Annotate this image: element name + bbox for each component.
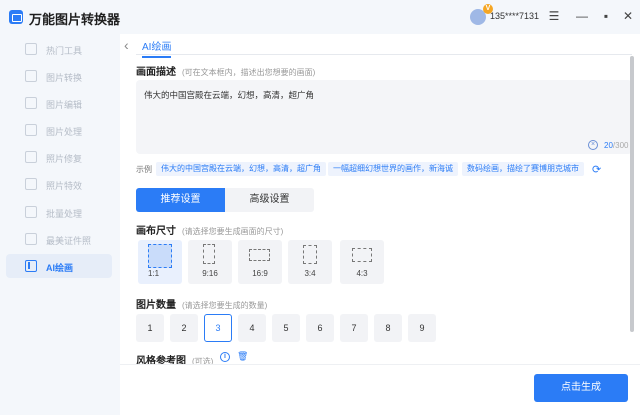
username[interactable]: 135****7131 <box>490 11 539 21</box>
canvas-option-1-1[interactable]: 1:1 <box>138 240 182 284</box>
prompt-section-title: 画面描述 (可在文本框内，描述出您想要的画面) <box>136 63 315 78</box>
canvas-option-label: 9:16 <box>202 269 218 278</box>
count-option-1[interactable]: 1 <box>136 314 164 342</box>
ratio-square-icon <box>148 244 172 268</box>
info-icon[interactable]: i <box>220 352 230 362</box>
footer-bar: 点击生成 <box>120 364 640 415</box>
grid-icon <box>25 43 37 55</box>
sidebar-item-photo-effects[interactable]: 照片特效 <box>6 172 112 196</box>
canvas-title: 画布尺寸 <box>136 226 176 237</box>
sidebar-item-label: 照片特效 <box>46 181 83 191</box>
sidebar-item-label: 图片处理 <box>46 127 83 137</box>
ratio-portrait-icon <box>203 244 215 264</box>
minimize-icon[interactable]: — <box>574 8 590 24</box>
sidebar-item-label: 照片修复 <box>46 154 83 164</box>
prompt-textarea[interactable]: 伟大的中国宫殿在云端，幻想，高清，超广角 × 20/300 <box>136 80 632 154</box>
sidebar-item-label: 热门工具 <box>46 46 83 56</box>
back-arrow-icon[interactable]: ‹ <box>124 37 129 53</box>
example-chip[interactable]: 数码绘画，描绘了赛博朋克城市 <box>462 162 584 176</box>
canvas-option-label: 3:4 <box>304 269 316 278</box>
ratio-landscape-icon <box>352 248 372 262</box>
count-option-3[interactable]: 3 <box>204 314 232 342</box>
process-icon <box>25 124 37 136</box>
sidebar-item-label: 最美证件照 <box>46 236 92 246</box>
convert-icon <box>25 70 37 82</box>
sidebar-item-hot-tools[interactable]: 热门工具 <box>6 37 112 61</box>
sidebar-item-batch[interactable]: 批量处理 <box>6 200 112 224</box>
tab-advanced-settings[interactable]: 高级设置 <box>225 188 314 212</box>
canvas-option-9-16[interactable]: 9:16 <box>188 240 232 284</box>
count-section-title: 图片数量 (请选择您要生成的数量) <box>136 296 267 311</box>
canvas-option-label: 16:9 <box>252 269 268 278</box>
example-label: 示例 <box>136 165 152 174</box>
tab-divider <box>136 54 632 55</box>
tab-recommended-settings[interactable]: 推荐设置 <box>136 188 225 212</box>
sidebar-item-photo-repair[interactable]: 照片修复 <box>6 145 112 169</box>
ai-paint-icon <box>25 260 37 272</box>
example-chip[interactable]: 伟大的中国宫殿在云端，幻想，高清，超广角 <box>156 162 326 176</box>
count-option-6[interactable]: 6 <box>306 314 334 342</box>
id-photo-icon <box>25 233 37 245</box>
trash-icon[interactable]: 🗑 <box>237 351 248 362</box>
canvas-section-title: 画布尺寸 (请选择您要生成画面的尺寸) <box>136 222 283 237</box>
count-hint: (请选择您要生成的数量) <box>182 301 268 310</box>
count-option-5[interactable]: 5 <box>272 314 300 342</box>
batch-icon <box>25 206 37 218</box>
canvas-option-4-3[interactable]: 4:3 <box>340 240 384 284</box>
canvas-option-label: 4:3 <box>356 269 368 278</box>
count-option-2[interactable]: 2 <box>170 314 198 342</box>
sidebar-item-image-process[interactable]: 图片处理 <box>6 118 112 142</box>
maximize-icon[interactable]: ▪ <box>598 8 614 24</box>
settings-tabs: 推荐设置 高级设置 <box>136 188 314 212</box>
sidebar-item-label: 批量处理 <box>46 209 83 219</box>
refresh-icon[interactable]: ⟳ <box>592 163 601 176</box>
count-option-7[interactable]: 7 <box>340 314 368 342</box>
sidebar: 热门工具 图片转换 图片编辑 图片处理 照片修复 照片特效 批量处理 最美证件照… <box>0 34 120 415</box>
sidebar-item-ai-paint[interactable]: AI绘画 <box>6 254 112 278</box>
sidebar-item-label: AI绘画 <box>46 263 74 273</box>
sidebar-item-label: 图片转换 <box>46 73 83 83</box>
sidebar-item-image-convert[interactable]: 图片转换 <box>6 64 112 88</box>
canvas-option-3-4[interactable]: 3:4 <box>288 240 332 284</box>
canvas-option-16-9[interactable]: 16:9 <box>238 240 282 284</box>
canvas-option-label: 1:1 <box>148 269 160 278</box>
count-option-9[interactable]: 9 <box>408 314 436 342</box>
close-icon[interactable]: ✕ <box>620 8 636 24</box>
title-bar: 万能图片转换器 V 135****7131 ☰ — ▪ ✕ <box>0 0 640 34</box>
ratio-landscape-icon <box>249 249 270 261</box>
prompt-text: 伟大的中国宫殿在云端，幻想，高清，超广角 <box>144 90 315 100</box>
generate-button[interactable]: 点击生成 <box>534 374 628 402</box>
repair-icon <box>25 151 37 163</box>
tab-ai-paint[interactable]: AI绘画 <box>142 38 172 58</box>
edit-icon <box>25 97 37 109</box>
canvas-hint: (请选择您要生成画面的尺寸) <box>182 227 284 236</box>
menu-icon[interactable]: ☰ <box>546 8 562 24</box>
clear-icon[interactable]: × <box>588 140 598 150</box>
main-panel: ‹ AI绘画 画面描述 (可在文本框内，描述出您想要的画面) 伟大的中国宫殿在云端… <box>120 34 640 415</box>
sidebar-item-id-photo[interactable]: 最美证件照 <box>6 227 112 251</box>
count-option-8[interactable]: 8 <box>374 314 402 342</box>
prompt-title: 画面描述 <box>136 67 176 78</box>
ratio-portrait-icon <box>303 245 317 264</box>
example-chip[interactable]: 一幅超细幻想世界的画作，新海诚 <box>328 162 458 176</box>
scrollbar[interactable] <box>630 56 634 332</box>
char-counter: 20/300 <box>604 141 628 150</box>
sidebar-item-image-edit[interactable]: 图片编辑 <box>6 91 112 115</box>
char-count-value: 20 <box>604 141 613 150</box>
prompt-hint: (可在文本框内，描述出您想要的画面) <box>182 68 316 77</box>
count-option-4[interactable]: 4 <box>238 314 266 342</box>
app-title: 万能图片转换器 <box>29 12 121 27</box>
sidebar-item-label: 图片编辑 <box>46 100 83 110</box>
char-count-max: /300 <box>612 141 629 150</box>
app-logo-icon <box>9 10 23 24</box>
count-title: 图片数量 <box>136 300 176 311</box>
effect-icon <box>25 178 37 190</box>
